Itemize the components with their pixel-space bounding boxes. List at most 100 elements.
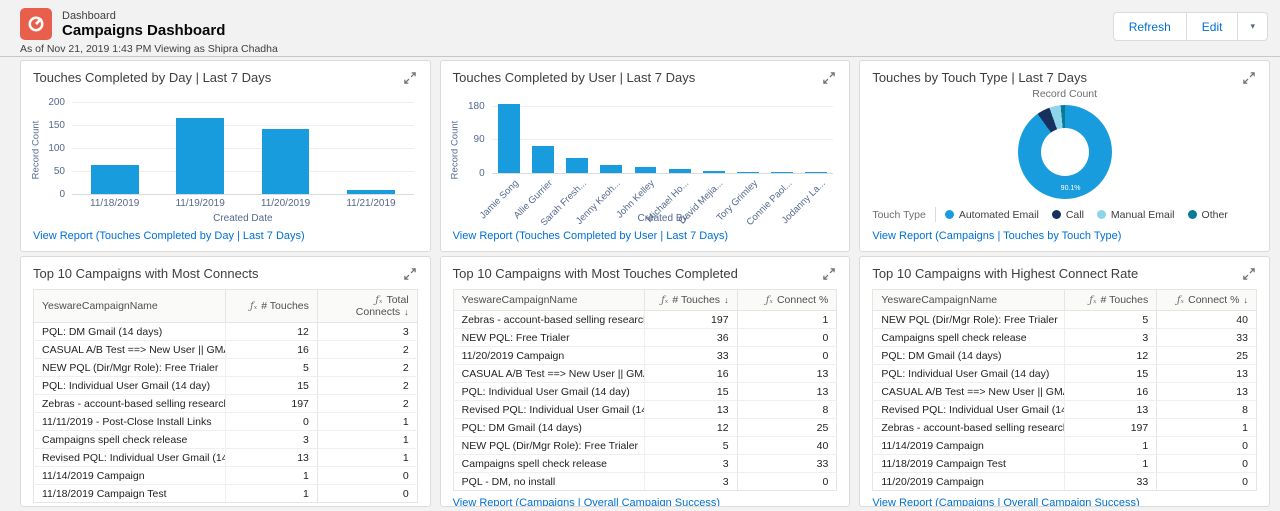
cell-value: 36: [645, 329, 737, 347]
column-header[interactable]: ƒₓ# Touches: [225, 290, 317, 323]
bar[interactable]: [347, 190, 395, 195]
gridline: 0: [492, 173, 834, 174]
cell-value: 5: [1065, 311, 1157, 329]
table-highest-connect-rate: YeswareCampaignNameƒₓ# TouchesƒₓConnect …: [860, 284, 1269, 491]
legend-item[interactable]: Manual Email: [1097, 209, 1175, 221]
campaign-name-cell: NEW PQL (Dir/Mgr Role): Free Trialer: [34, 359, 226, 377]
plot-area: 180900: [492, 102, 834, 173]
table-row: PQL - DM, no install30: [453, 473, 837, 491]
table-header-row: YeswareCampaignName ƒₓ# Touches↓ƒₓConnect…: [453, 290, 837, 311]
bar[interactable]: [703, 171, 725, 172]
view-report-link[interactable]: View Report (Campaigns | Overall Campaig…: [441, 491, 850, 507]
column-header[interactable]: ƒₓConnect %↓: [1157, 290, 1257, 311]
cell-value: 33: [645, 347, 737, 365]
campaign-name-cell: 11/14/2019 Campaign: [34, 467, 226, 485]
cell-value: 0: [317, 485, 417, 503]
column-header[interactable]: ƒₓConnect %: [737, 290, 837, 311]
cell-value: 5: [645, 437, 737, 455]
refresh-button[interactable]: Refresh: [1113, 12, 1187, 41]
bar[interactable]: [805, 172, 827, 173]
legend-item[interactable]: Other: [1188, 209, 1228, 221]
column-header[interactable]: ƒₓ# Touches: [1065, 290, 1157, 311]
campaign-name-cell: Revised PQL: Individual User Gmail (14 d…: [453, 401, 645, 419]
y-axis-label-text: Record Count: [450, 121, 461, 180]
cell-value: 13: [737, 365, 837, 383]
cell-value: 0: [737, 473, 837, 491]
legend-item[interactable]: Call: [1052, 209, 1084, 221]
chart-plot: Record Count20015010050011/18/201911/19/…: [29, 92, 414, 224]
edit-button[interactable]: Edit: [1186, 12, 1239, 41]
cell-value: 25: [1157, 347, 1257, 365]
x-tick-label-text: 11/18/2019: [90, 198, 139, 209]
bar-slot: [328, 102, 413, 194]
bar[interactable]: [262, 129, 310, 195]
table-row: 11/14/2019 Campaign10: [873, 437, 1257, 455]
table-row: Zebras - account-based selling research1…: [873, 419, 1257, 437]
table-row: CASUAL A/B Test ==> New User || GMAIL ||…: [453, 365, 837, 383]
expand-icon[interactable]: [402, 266, 418, 282]
bar[interactable]: [737, 172, 759, 173]
expand-icon[interactable]: [1241, 70, 1257, 86]
view-report-link[interactable]: View Report (Campaigns | Touches by Touc…: [860, 224, 1269, 251]
bar-slot: [799, 102, 833, 173]
column-header[interactable]: YeswareCampaignName: [34, 290, 226, 323]
x-tick-labels: 11/18/201911/19/201911/20/201911/21/2019: [72, 198, 414, 212]
column-header[interactable]: ƒₓ# Touches↓: [645, 290, 737, 311]
view-report-link[interactable]: View Report (Touches Completed by User |…: [441, 224, 850, 251]
cell-value: 0: [225, 413, 317, 431]
expand-icon[interactable]: [821, 70, 837, 86]
view-report-link[interactable]: View Report (Campaigns | Overall Campaig…: [860, 491, 1269, 507]
table-row: Campaigns spell check release31: [34, 431, 418, 449]
bar[interactable]: [771, 172, 793, 173]
legend-dot-icon: [945, 210, 954, 219]
column-header[interactable]: YeswareCampaignName: [873, 290, 1065, 311]
cell-value: 1: [317, 413, 417, 431]
table-row: NEW PQL: Free Trialer360: [453, 329, 837, 347]
bar[interactable]: [600, 165, 622, 173]
bar[interactable]: [498, 104, 520, 173]
bar[interactable]: [176, 118, 224, 194]
view-report-link[interactable]: View Report (Campaigns | Overall Campaig…: [21, 503, 430, 507]
view-report-link[interactable]: View Report (Touches Completed by Day | …: [21, 224, 430, 251]
bar[interactable]: [635, 167, 657, 173]
cell-value: 197: [1065, 419, 1157, 437]
cell-value: 3: [645, 455, 737, 473]
bar-slot: [72, 102, 157, 194]
bar[interactable]: [566, 158, 588, 173]
x-axis-label: Created Date: [72, 212, 414, 224]
bar[interactable]: [669, 169, 691, 173]
expand-icon[interactable]: [821, 266, 837, 282]
campaign-name-cell: Revised PQL: Individual User Gmail (14 d…: [873, 401, 1065, 419]
x-tick-label: 11/19/2019: [157, 198, 242, 212]
y-tick-label: 150: [48, 120, 65, 131]
x-tick-label-text: 11/20/2019: [261, 198, 310, 209]
expand-icon[interactable]: [1241, 266, 1257, 282]
campaign-name-cell: NEW PQL (Dir/Mgr Role): Free Trialer: [453, 437, 645, 455]
expand-icon[interactable]: [402, 70, 418, 86]
bar[interactable]: [91, 165, 139, 194]
column-header-label: YeswareCampaignName: [462, 294, 578, 306]
y-tick-label: 200: [48, 97, 65, 108]
cell-value: 15: [225, 377, 317, 395]
column-header[interactable]: ƒₓTotal Connects↓: [317, 290, 417, 323]
campaign-name-cell: PQL - DM, no install: [453, 473, 645, 491]
bar[interactable]: [532, 146, 554, 173]
cell-value: 12: [645, 419, 737, 437]
table-row: CASUAL A/B Test ==> New User || GMAIL ||…: [34, 341, 418, 359]
more-actions-button[interactable]: ▾: [1237, 12, 1268, 41]
campaign-name-cell: PQL: DM Gmail (14 days): [873, 347, 1065, 365]
cell-value: 16: [1065, 383, 1157, 401]
cell-value: 1: [1065, 455, 1157, 473]
cell-value: 5: [225, 359, 317, 377]
x-tick-label-text: 11/19/2019: [175, 198, 224, 209]
legend-item[interactable]: Automated Email: [945, 209, 1039, 221]
cell-value: 197: [225, 395, 317, 413]
data-table: YeswareCampaignNameƒₓ# TouchesƒₓTotal Co…: [33, 289, 418, 503]
column-header[interactable]: YeswareCampaignName: [453, 290, 645, 311]
sort-desc-icon: ↓: [724, 295, 729, 305]
bar-slot: [663, 102, 697, 173]
donut-ring[interactable]: 90.1%: [1018, 105, 1112, 199]
cell-value: 13: [737, 383, 837, 401]
card-touches-by-day: Touches Completed by Day | Last 7 Days R…: [20, 60, 431, 252]
card-title: Touches Completed by Day | Last 7 Days: [33, 70, 271, 85]
